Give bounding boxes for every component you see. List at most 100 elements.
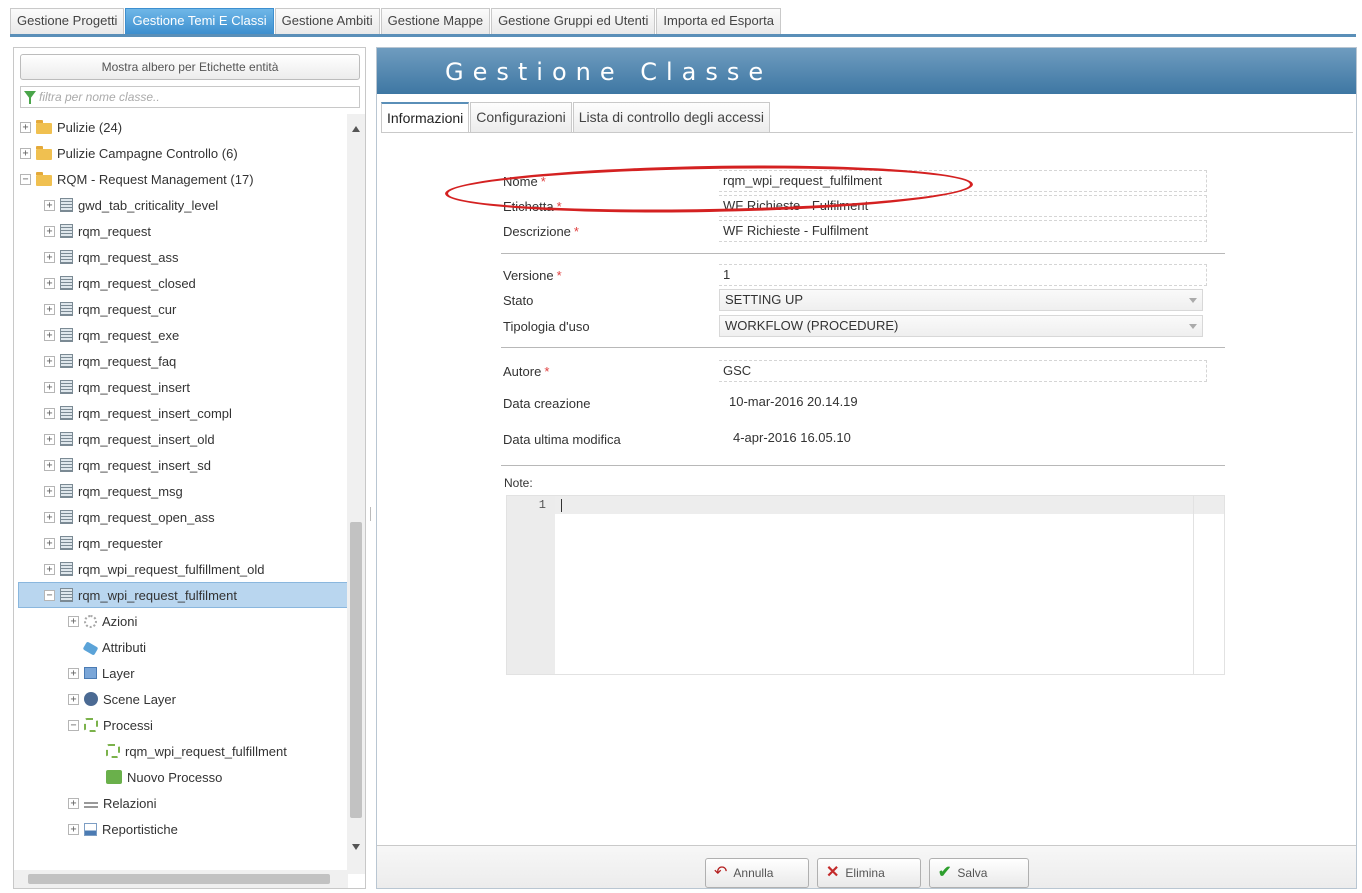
annulla-button[interactable]: ↶ Annulla	[705, 858, 809, 888]
filter-icon	[24, 91, 36, 104]
tab-gestione-temi-e-classi[interactable]: Gestione Temi E Classi	[125, 8, 274, 34]
tree-node-process-item[interactable]: rqm_wpi_request_fulfillment	[106, 738, 287, 764]
expand-icon[interactable]: +	[44, 537, 55, 549]
stato-select[interactable]: SETTING UP	[719, 289, 1203, 311]
expand-icon[interactable]: +	[44, 407, 55, 419]
tree-item-label: rqm_request_insert	[78, 379, 190, 395]
expand-icon[interactable]: +	[44, 459, 55, 471]
scroll-up-icon[interactable]	[352, 126, 360, 132]
tab-importa-ed-esporta[interactable]: Importa ed Esporta	[656, 8, 781, 34]
section-divider	[501, 465, 1225, 466]
expand-icon[interactable]: +	[68, 823, 79, 835]
tree-class-item[interactable]: + gwd_tab_criticality_level	[44, 192, 218, 218]
tab-gestione-mappe[interactable]: Gestione Mappe	[380, 8, 491, 34]
expand-icon[interactable]: +	[68, 667, 79, 679]
expand-icon[interactable]: +	[20, 121, 31, 133]
tree-class-item[interactable]: + rqm_request_insert_old	[44, 426, 215, 452]
panel-splitter[interactable]	[369, 47, 374, 889]
tab-gestione-progetti[interactable]: Gestione Progetti	[10, 8, 125, 34]
tree-node-scene-layer[interactable]: + Scene Layer	[68, 686, 176, 712]
expand-icon[interactable]: +	[68, 797, 79, 809]
expand-icon[interactable]: +	[44, 225, 55, 237]
tree-class-item[interactable]: + rqm_request	[44, 218, 151, 244]
process-icon	[84, 718, 98, 732]
collapse-icon[interactable]: −	[20, 173, 31, 185]
scrollbar-thumb[interactable]	[28, 874, 330, 884]
expand-icon[interactable]: +	[44, 511, 55, 523]
tree-horizontal-scrollbar[interactable]	[14, 870, 348, 888]
page-title: Gestione Classe	[445, 58, 773, 86]
tab-gestione-gruppi-ed-utenti[interactable]: Gestione Gruppi ed Utenti	[491, 8, 656, 34]
tree-class-item[interactable]: + rqm_request_insert_sd	[44, 452, 211, 478]
tree-class-item[interactable]: + rqm_request_closed	[44, 270, 196, 296]
table-icon	[60, 354, 73, 368]
tree-node-azioni[interactable]: + Azioni	[68, 608, 137, 634]
expand-icon[interactable]: +	[44, 251, 55, 263]
elimina-button[interactable]: ✕ Elimina	[817, 858, 921, 888]
tree-item-label: rqm_request_faq	[78, 353, 177, 369]
tree-class-item[interactable]: + rqm_request_ass	[44, 244, 178, 270]
expand-icon[interactable]: +	[68, 693, 79, 705]
scene-layer-icon	[84, 692, 98, 706]
tree-class-item-selected[interactable]: − rqm_wpi_request_fulfilment	[18, 582, 348, 608]
descrizione-field[interactable]: WF Richieste - Fulfilment	[719, 220, 1207, 242]
expand-icon[interactable]: +	[44, 303, 55, 315]
expand-icon[interactable]: +	[44, 485, 55, 497]
expand-icon[interactable]: +	[68, 615, 79, 627]
tree-node-attributi[interactable]: Attributi	[68, 634, 146, 660]
tree-folder-rqm[interactable]: − RQM - Request Management (17)	[20, 166, 254, 192]
expand-icon[interactable]: +	[44, 563, 55, 575]
new-process-icon	[106, 770, 122, 784]
tree-node-nuovo-processo[interactable]: Nuovo Processo	[106, 764, 222, 790]
tree-node-reportistiche[interactable]: + Reportistiche	[68, 816, 178, 842]
tree-class-item[interactable]: + rqm_request_exe	[44, 322, 179, 348]
show-tree-by-label-button[interactable]: Mostra albero per Etichette entità	[20, 54, 360, 80]
tree-class-item[interactable]: + rqm_request_msg	[44, 478, 183, 504]
note-editor[interactable]: 1	[506, 495, 1225, 675]
table-icon	[60, 458, 73, 472]
tree-class-item[interactable]: + rqm_request_open_ass	[44, 504, 215, 530]
tree-class-item[interactable]: + rqm_request_cur	[44, 296, 176, 322]
table-icon	[60, 198, 73, 212]
scroll-down-icon[interactable]	[352, 844, 360, 850]
expand-icon[interactable]: +	[44, 199, 55, 211]
salva-button[interactable]: ✔ Salva	[929, 858, 1029, 888]
tree-class-item[interactable]: + rqm_request_faq	[44, 348, 176, 374]
tree-node-processi[interactable]: − Processi	[68, 712, 153, 738]
expand-icon[interactable]: +	[44, 433, 55, 445]
expand-icon[interactable]: +	[44, 277, 55, 289]
nome-field[interactable]: rqm_wpi_request_fulfilment	[719, 170, 1207, 192]
scrollbar-thumb[interactable]	[350, 522, 362, 818]
tab-informazioni[interactable]: Informazioni	[381, 102, 470, 132]
tree-item-label: rqm_request_cur	[78, 301, 177, 317]
versione-field[interactable]: 1	[719, 264, 1207, 286]
tab-configurazioni[interactable]: Configurazioni	[470, 102, 572, 132]
filter-input[interactable]	[39, 87, 359, 107]
autore-label: Autore *	[503, 364, 550, 379]
expand-icon[interactable]: +	[44, 355, 55, 367]
etichetta-field[interactable]: WF Richieste - Fulfilment	[719, 195, 1207, 217]
tree-class-item[interactable]: + rqm_wpi_request_fulfillment_old	[44, 556, 264, 582]
collapse-icon[interactable]: −	[44, 589, 55, 601]
tree-class-item[interactable]: + rqm_requester	[44, 530, 163, 556]
tab-lista-controllo-accessi[interactable]: Lista di controllo degli accessi	[572, 102, 770, 132]
editor-print-margin	[1193, 496, 1194, 674]
autore-field[interactable]: GSC	[719, 360, 1207, 382]
tree-item-label: rqm_wpi_request_fulfilment	[78, 587, 237, 603]
tipologia-select[interactable]: WORKFLOW (PROCEDURE)	[719, 315, 1203, 337]
tree-folder-pulizie-campagne[interactable]: + Pulizie Campagne Controllo (6)	[20, 140, 238, 166]
tab-gestione-ambiti[interactable]: Gestione Ambiti	[274, 8, 380, 34]
tree-node-relazioni[interactable]: + Relazioni	[68, 790, 156, 816]
tree-node-layer[interactable]: + Layer	[68, 660, 135, 686]
expand-icon[interactable]: +	[44, 381, 55, 393]
tree-vertical-scrollbar[interactable]	[347, 114, 365, 874]
etichetta-label: Etichetta *	[503, 199, 562, 214]
tree-item-label: rqm_request	[78, 223, 151, 239]
tree-class-item[interactable]: + rqm_request_insert	[44, 374, 190, 400]
tree-folder-pulizie[interactable]: + Pulizie (24)	[20, 114, 122, 140]
tree-class-item[interactable]: + rqm_request_insert_compl	[44, 400, 232, 426]
expand-icon[interactable]: +	[44, 329, 55, 341]
table-icon	[60, 380, 73, 394]
expand-icon[interactable]: +	[20, 147, 31, 159]
collapse-icon[interactable]: −	[68, 719, 79, 731]
